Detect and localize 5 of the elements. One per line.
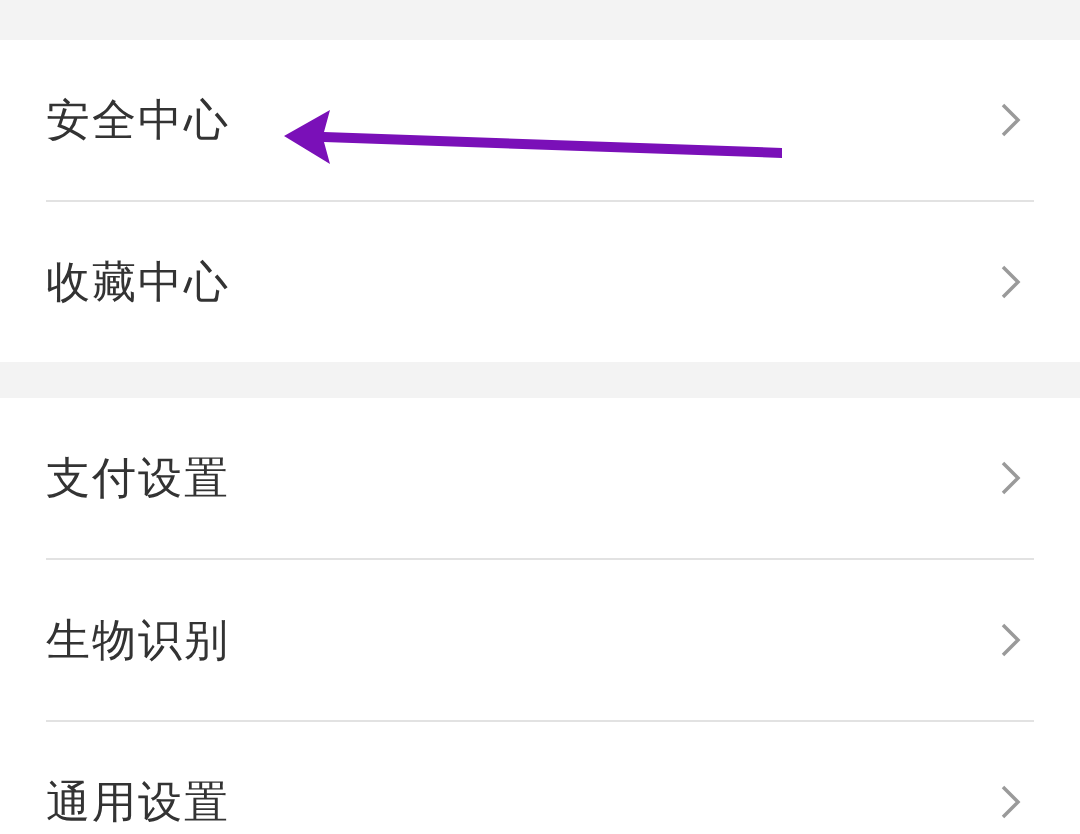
chevron-icon: [1000, 784, 1022, 820]
chevron-icon: [1000, 264, 1022, 300]
chevron-icon: [1000, 102, 1022, 138]
chevron-icon: [1000, 460, 1022, 496]
chevron-icon: [1000, 622, 1022, 658]
